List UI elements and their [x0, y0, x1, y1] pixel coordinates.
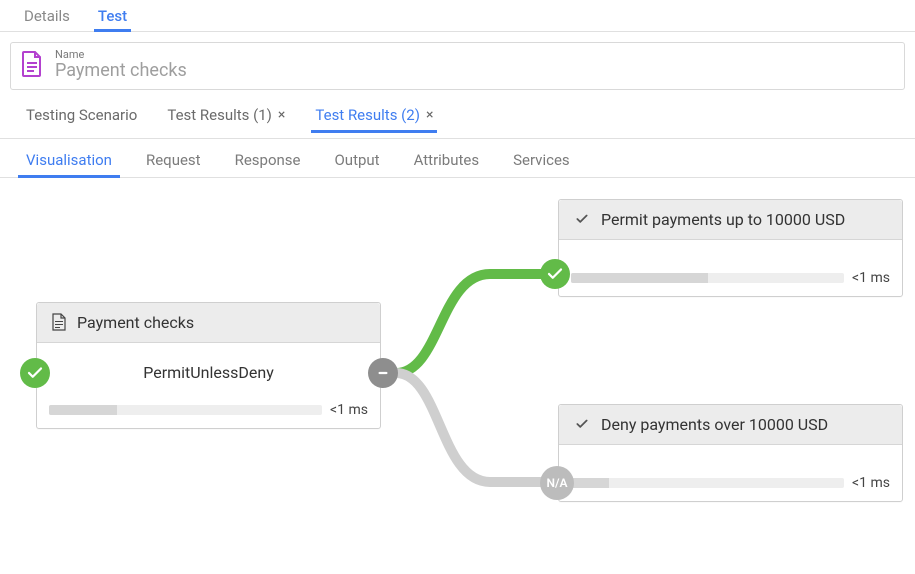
minus-icon [374, 364, 392, 382]
name-label: Name [55, 49, 187, 60]
subtab-request[interactable]: Request [134, 145, 213, 177]
status-badge-permit [540, 259, 570, 289]
check-icon [546, 265, 564, 283]
result-subtabs: Visualisation Request Response Output At… [0, 139, 915, 178]
tab-label: Test Results (1) [167, 106, 272, 124]
subtab-services[interactable]: Services [501, 145, 582, 177]
combining-algorithm: PermitUnlessDeny [51, 353, 366, 388]
visualisation-canvas: Payment checks PermitUnlessDeny <1 ms Pe… [0, 184, 915, 574]
results-tabs: Testing Scenario Test Results (1) × Test… [0, 96, 915, 139]
check-icon [573, 417, 591, 431]
progress-bar [49, 405, 322, 415]
progress-bar [571, 273, 844, 283]
status-badge-neutral [368, 358, 398, 388]
name-value: Payment checks [55, 60, 187, 83]
close-icon[interactable]: × [426, 108, 433, 122]
check-icon [26, 364, 44, 382]
tab-label: Testing Scenario [26, 106, 137, 124]
top-tabs: Details Test [0, 0, 915, 32]
tab-test-results-2[interactable]: Test Results (2) × [303, 100, 445, 132]
subtab-visualisation[interactable]: Visualisation [14, 145, 124, 177]
tab-details[interactable]: Details [10, 3, 84, 31]
tab-test[interactable]: Test [84, 3, 141, 31]
timing-value: <1 ms [852, 270, 890, 286]
progress-bar [571, 478, 844, 488]
document-icon [21, 51, 43, 81]
policy-name-panel: Name Payment checks [10, 42, 905, 90]
node-deny-rule[interactable]: Deny payments over 10000 USD <1 ms [558, 404, 903, 502]
subtab-output[interactable]: Output [322, 145, 391, 177]
node-header: Payment checks [37, 303, 380, 343]
node-title: Payment checks [77, 313, 194, 332]
timing-value: <1 ms [330, 402, 368, 418]
node-permit-rule[interactable]: Permit payments up to 10000 USD <1 ms [558, 199, 903, 297]
subtab-response[interactable]: Response [223, 145, 313, 177]
status-badge-permit [20, 358, 50, 388]
node-title: Permit payments up to 10000 USD [601, 210, 845, 229]
node-root[interactable]: Payment checks PermitUnlessDeny <1 ms [36, 302, 381, 429]
tab-test-results-1[interactable]: Test Results (1) × [155, 100, 297, 132]
tab-label: Test Results (2) [315, 106, 420, 124]
close-icon[interactable]: × [278, 108, 285, 122]
status-badge-not-applicable: N/A [540, 466, 574, 500]
na-text: N/A [546, 476, 567, 490]
node-header: Deny payments over 10000 USD [559, 405, 902, 445]
tab-testing-scenario[interactable]: Testing Scenario [14, 100, 149, 132]
node-title: Deny payments over 10000 USD [601, 415, 828, 434]
node-header: Permit payments up to 10000 USD [559, 200, 902, 240]
document-icon [51, 313, 67, 331]
check-icon [573, 212, 591, 226]
subtab-attributes[interactable]: Attributes [402, 145, 492, 177]
timing-value: <1 ms [852, 475, 890, 491]
